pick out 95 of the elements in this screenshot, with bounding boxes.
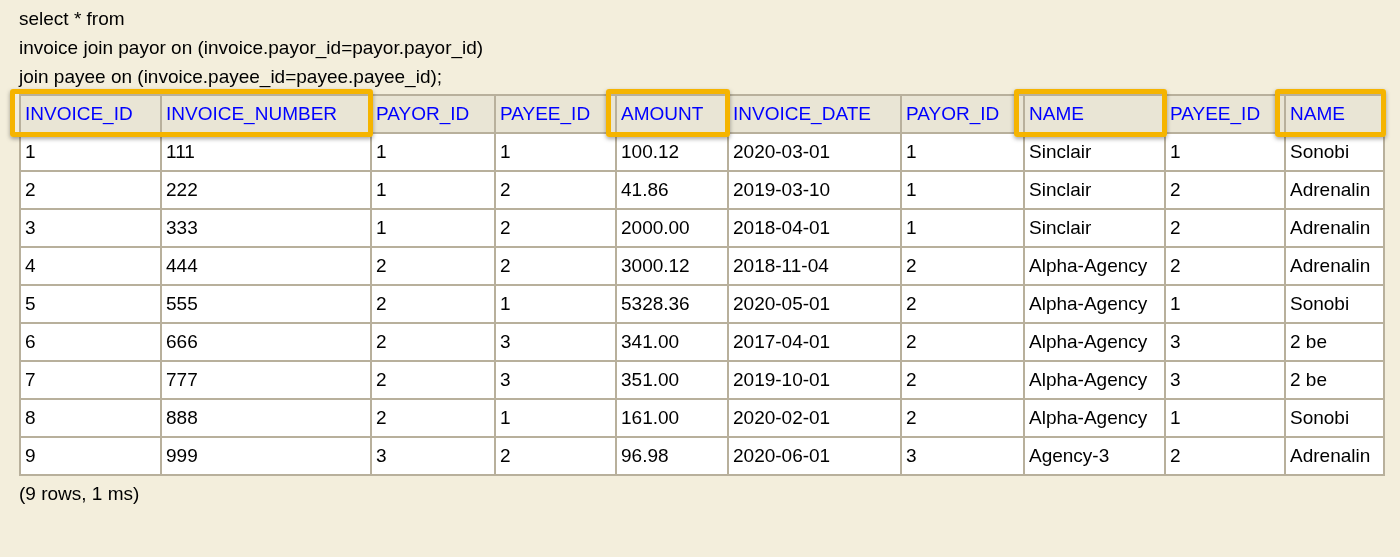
table-cell: Alpha-Agency (1024, 399, 1165, 437)
table-cell: 2 (495, 209, 616, 247)
table-cell: Adrenalin (1285, 247, 1384, 285)
table-cell: 1 (495, 285, 616, 323)
table-cell: 3 (495, 361, 616, 399)
table-cell: 2 (371, 247, 495, 285)
table-cell: Sonobi (1285, 285, 1384, 323)
table-cell: 3 (1165, 361, 1285, 399)
table-cell: 2 (1165, 209, 1285, 247)
table-cell: Agency-3 (1024, 437, 1165, 475)
table-cell: 222 (161, 171, 371, 209)
table-cell: Sinclair (1024, 171, 1165, 209)
table-cell: 2017-04-01 (728, 323, 901, 361)
table-cell: 2 (20, 171, 161, 209)
table-cell: 2 (901, 399, 1024, 437)
table-cell: 3 (1165, 323, 1285, 361)
column-header[interactable]: PAYOR_ID (901, 95, 1024, 133)
table-cell: 3 (901, 437, 1024, 475)
table-cell: 2020-05-01 (728, 285, 901, 323)
sql-query-line: join payee on (invoice.payee_id=payee.payee_id); (19, 65, 443, 90)
table-cell: 888 (161, 399, 371, 437)
table-cell: 666 (161, 323, 371, 361)
table-cell: 2000.00 (616, 209, 728, 247)
sql-query-line: invoice join payor on (invoice.payor_id=payor.payor_id) (19, 36, 484, 61)
table-cell: 2019-10-01 (728, 361, 901, 399)
sql-query-line: select * from (19, 7, 125, 31)
column-header[interactable]: PAYEE_ID (1165, 95, 1285, 133)
table-cell: 161.00 (616, 399, 728, 437)
table-cell: 341.00 (616, 323, 728, 361)
table-cell: 1 (371, 133, 495, 171)
table-cell: 2 be (1285, 361, 1384, 399)
table-cell: 2018-11-04 (728, 247, 901, 285)
table-cell: 2 (901, 285, 1024, 323)
table-cell: 3 (20, 209, 161, 247)
table-cell: 2 (495, 437, 616, 475)
table-cell: 2 (495, 247, 616, 285)
table-cell: Sonobi (1285, 399, 1384, 437)
table-cell: 5328.36 (616, 285, 728, 323)
table-cell: 5 (20, 285, 161, 323)
table-cell: 2020-06-01 (728, 437, 901, 475)
table-cell: 1 (495, 133, 616, 171)
table-cell: 2 (371, 361, 495, 399)
table-cell: 1 (901, 171, 1024, 209)
table-cell: 999 (161, 437, 371, 475)
table-cell: 1 (901, 209, 1024, 247)
table-cell: 3 (371, 437, 495, 475)
table-cell: 1 (1165, 133, 1285, 171)
column-header[interactable]: INVOICE_ID (20, 95, 161, 133)
table-cell: Sinclair (1024, 209, 1165, 247)
table-cell: 7 (20, 361, 161, 399)
table-cell: 3 (495, 323, 616, 361)
table-cell: 9 (20, 437, 161, 475)
table-cell: 1 (1165, 285, 1285, 323)
column-header[interactable]: INVOICE_DATE (728, 95, 901, 133)
column-header[interactable]: PAYEE_ID (495, 95, 616, 133)
column-header[interactable]: PAYOR_ID (371, 95, 495, 133)
table-cell: 2019-03-10 (728, 171, 901, 209)
table-cell: Adrenalin (1285, 171, 1384, 209)
table-cell: 2 (1165, 171, 1285, 209)
table-cell: 2 (901, 361, 1024, 399)
table-cell: Alpha-Agency (1024, 323, 1165, 361)
table-cell: 2 (371, 323, 495, 361)
table-cell: 1 (901, 133, 1024, 171)
table-cell: 444 (161, 247, 371, 285)
table-cell: 2 (371, 399, 495, 437)
table-cell: 4 (20, 247, 161, 285)
table-cell: 6 (20, 323, 161, 361)
table-cell: 2 (901, 323, 1024, 361)
table-cell: 2 (901, 247, 1024, 285)
table-cell: 41.86 (616, 171, 728, 209)
table-cell: 1 (371, 209, 495, 247)
table-cell: 1 (1165, 399, 1285, 437)
table-cell: 2018-04-01 (728, 209, 901, 247)
table-cell: 3000.12 (616, 247, 728, 285)
table-cell: Alpha-Agency (1024, 285, 1165, 323)
table-cell: 1 (371, 171, 495, 209)
table-cell: 2 be (1285, 323, 1384, 361)
table-cell: 96.98 (616, 437, 728, 475)
table-cell: Adrenalin (1285, 437, 1384, 475)
table-cell: Adrenalin (1285, 209, 1384, 247)
table-cell: Alpha-Agency (1024, 361, 1165, 399)
table-cell: 2020-03-01 (728, 133, 901, 171)
table-cell: Alpha-Agency (1024, 247, 1165, 285)
result-status: (9 rows, 1 ms) (19, 483, 140, 504)
table-cell: 333 (161, 209, 371, 247)
table-cell: 351.00 (616, 361, 728, 399)
table-cell: 2 (1165, 247, 1285, 285)
table-cell: 777 (161, 361, 371, 399)
table-cell: 8 (20, 399, 161, 437)
table-cell: 2 (371, 285, 495, 323)
table-cell: 2020-02-01 (728, 399, 901, 437)
table-cell: 2 (1165, 437, 1285, 475)
table-cell: 2 (495, 171, 616, 209)
table-cell: 1 (495, 399, 616, 437)
table-cell: 555 (161, 285, 371, 323)
